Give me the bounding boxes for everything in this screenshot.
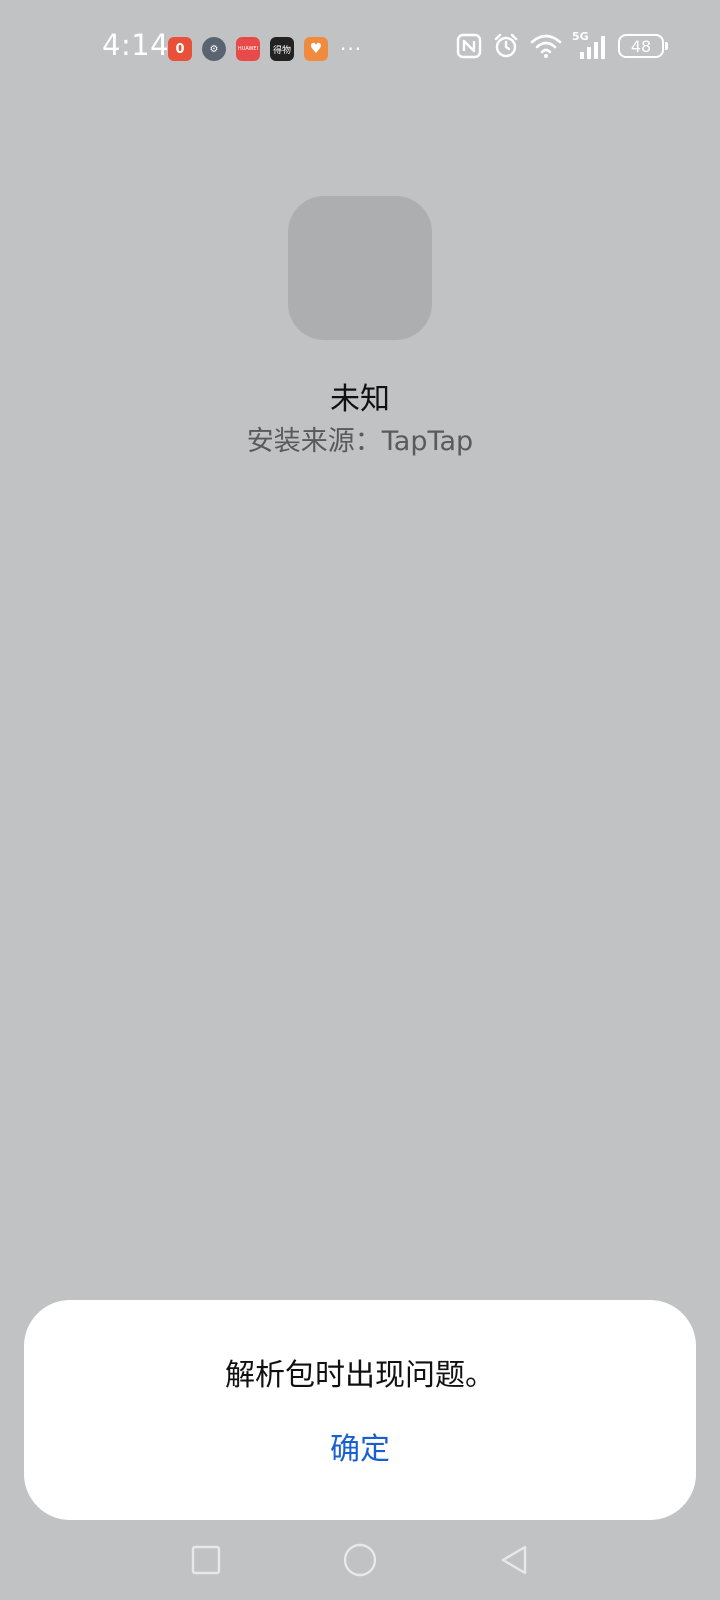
dewu-notification-icon: 得物 [270,37,294,61]
alarm-icon [494,33,518,58]
install-source: 安装来源：TapTap [246,426,474,457]
recents-button[interactable] [186,1540,226,1580]
dialog-message: 解析包时出现问题。 [225,1358,495,1393]
notification-icons: 0 ⚙ HUAWEI 得物 ♥ ··· [168,37,362,61]
wifi-icon [530,34,562,58]
app-name: 未知 [330,382,390,417]
error-dialog: 解析包时出现问题。 确定 [24,1300,696,1520]
status-time: 4:14 [102,28,170,62]
more-notifications-icon: ··· [340,37,363,61]
huawei-notification-icon: HUAWEI [236,37,260,61]
health-notification-icon: ♥ [304,37,328,61]
back-triangle-icon [501,1545,527,1575]
navigation-bar [0,1520,720,1600]
status-bar: 4:14 0 ⚙ HUAWEI 得物 ♥ ··· 5G 48 [0,0,720,96]
app-icon-placeholder [288,196,432,340]
red-app-notification-icon: 0 [168,37,192,61]
square-icon [191,1545,221,1575]
circle-icon [343,1543,377,1577]
battery-level: 48 [630,36,652,56]
signal-icon: 5G [572,30,608,60]
back-button[interactable] [494,1540,534,1580]
system-icons: 5G 48 [456,30,668,60]
settings-notification-icon: ⚙ [202,37,226,61]
nfc-icon [456,33,482,59]
confirm-button[interactable]: 确定 [300,1414,420,1478]
home-button[interactable] [340,1540,380,1580]
battery-icon: 48 [618,34,668,58]
